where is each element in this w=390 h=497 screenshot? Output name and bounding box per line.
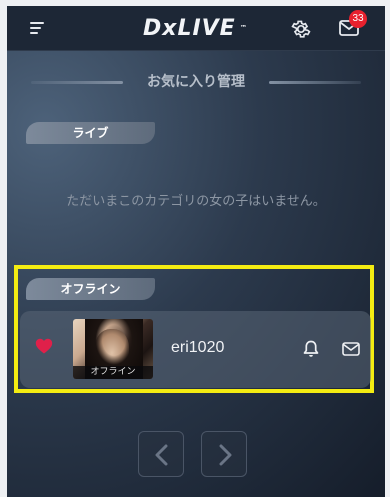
page-heading: お気に入り管理 bbox=[7, 66, 385, 96]
menu-icon[interactable] bbox=[30, 21, 48, 35]
notification-badge: 33 bbox=[349, 10, 367, 28]
performer-thumbnail[interactable]: オフライン bbox=[73, 319, 153, 379]
top-bar: DxLIVE ™ 33 bbox=[7, 6, 385, 51]
gear-icon[interactable] bbox=[290, 18, 312, 40]
heart-icon[interactable] bbox=[35, 338, 53, 354]
app-screen: DxLIVE ™ 33 お気に入り管理 ライブ ただいまこのカテゴリの女の子はい… bbox=[7, 6, 385, 497]
logo-text: DxLIVE bbox=[143, 16, 236, 41]
empty-category-message: ただいまこのカテゴリの女の子はいません。 bbox=[66, 194, 326, 209]
previous-page-button[interactable] bbox=[138, 431, 184, 477]
heading-divider-right bbox=[269, 81, 361, 84]
chevron-left-icon bbox=[155, 444, 168, 466]
bell-icon[interactable] bbox=[303, 340, 319, 358]
logo-trademark: ™ bbox=[240, 24, 248, 32]
performer-name[interactable]: eri1020 bbox=[171, 339, 224, 357]
next-page-button[interactable] bbox=[201, 431, 247, 477]
section-tab-offline: オフライン bbox=[26, 278, 155, 300]
section-tab-live: ライブ bbox=[26, 122, 155, 144]
message-icon[interactable] bbox=[342, 342, 360, 356]
chevron-right-icon bbox=[219, 444, 232, 466]
status-badge: オフライン bbox=[73, 366, 153, 379]
performer-card[interactable]: オフライン eri1020 bbox=[20, 311, 371, 388]
logo[interactable]: DxLIVE ™ bbox=[143, 16, 253, 42]
